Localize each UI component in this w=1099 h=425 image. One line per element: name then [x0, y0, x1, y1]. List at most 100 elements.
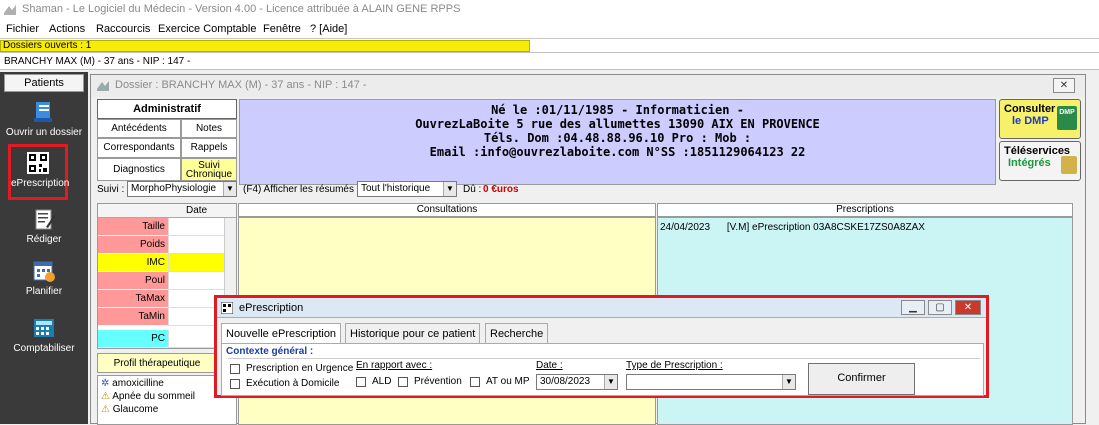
tab-antecedents[interactable]: Antécédents	[97, 119, 181, 138]
type-label: Type de Prescription :	[626, 360, 723, 371]
tab-suivi-chronique[interactable]: Suivi Chronique	[181, 158, 237, 181]
chevron-down-icon: ▼	[443, 182, 456, 196]
close-icon[interactable]: ✕	[955, 300, 981, 315]
profil-therapeutique-button[interactable]: Profil thérapeutique	[97, 353, 217, 373]
patient-birth-line: Né le :01/11/1985 - Informaticien -	[491, 103, 744, 117]
prevention-checkbox[interactable]	[398, 377, 408, 387]
calculator-icon	[34, 319, 54, 337]
filter-bar: Suivi : MorphoPhysiologie ▼ (F4) Affiche…	[95, 181, 1085, 199]
resumes-select[interactable]: Tout l'historique ▼	[357, 181, 457, 197]
divider	[228, 358, 980, 359]
menu-exercice-comptable[interactable]: Exercice Comptable	[158, 23, 256, 35]
chevron-down-icon: ▼	[782, 375, 795, 389]
grid-cell[interactable]	[168, 272, 224, 290]
list-item[interactable]: ✲ amoxicilline	[101, 378, 164, 389]
tab-recherche[interactable]: Recherche	[485, 323, 549, 343]
grid-cell[interactable]	[168, 218, 224, 236]
menu-bar: Fichier Actions Raccourcis Exercice Comp…	[0, 20, 1099, 38]
domicile-label: Exécution à Domicile	[246, 378, 340, 389]
grid-cell[interactable]	[168, 254, 224, 272]
rediger-button[interactable]: Rédiger	[0, 207, 88, 245]
rapport-label: En rapport avec :	[356, 360, 433, 371]
grid-cell[interactable]	[168, 236, 224, 254]
eprescription-label: ePrescription	[11, 178, 70, 189]
chevron-down-icon: ▼	[604, 375, 617, 389]
eprescription-title: ePrescription	[239, 302, 304, 314]
du-label: Dû :	[463, 184, 482, 195]
minimize-icon[interactable]: ▁	[901, 300, 925, 315]
prescription-text: [V.M] ePrescription 03A8CSKE17ZS0A8ZAX	[726, 222, 925, 233]
patient-address-line: OuvrezLaBoite 5 rue des allumettes 13090…	[415, 117, 820, 131]
date-label: Date :	[536, 360, 563, 371]
qr-code-icon	[221, 302, 233, 314]
tab-rappels[interactable]: Rappels	[181, 138, 237, 158]
patients-button[interactable]: Patients	[4, 74, 84, 92]
allergy-icon: ✲	[101, 378, 110, 389]
menu-fenetre[interactable]: Fenêtre	[263, 23, 301, 35]
confirm-button[interactable]: Confirmer	[808, 363, 915, 395]
open-patient-tab[interactable]: BRANCHY MAX (M) - 37 ans - NIP : 147 -	[0, 52, 1099, 70]
consulter-dmp-button[interactable]: Consulter le DMP DMP	[999, 99, 1081, 139]
grid-row-tamax: TaMax	[98, 290, 168, 308]
urgence-checkbox[interactable]	[230, 364, 240, 374]
suivi-select[interactable]: MorphoPhysiologie ▼	[127, 181, 237, 197]
date-picker[interactable]: 30/08/2023 ▼	[536, 374, 618, 390]
tab-notes[interactable]: Notes	[181, 119, 237, 138]
rediger-label: Rédiger	[26, 234, 62, 245]
context-label: Contexte général :	[226, 346, 314, 357]
at-mp-label: AT ou MP	[486, 376, 530, 387]
ald-checkbox[interactable]	[356, 377, 366, 387]
planifier-button[interactable]: Planifier	[0, 259, 88, 297]
menu-fichier[interactable]: Fichier	[6, 23, 39, 35]
write-document-icon	[35, 209, 55, 230]
eprescription-button[interactable]: ePrescription	[8, 144, 70, 200]
warning-icon: ⚠	[101, 391, 110, 402]
du-value: 0 €uros	[483, 184, 519, 195]
ald-label: ALD	[372, 376, 392, 387]
menu-actions[interactable]: Actions	[49, 23, 85, 35]
atcd-label: Apnée du sommeil	[112, 391, 196, 402]
tab-correspondants[interactable]: Correspondants	[97, 138, 181, 158]
type-select[interactable]: ▼	[626, 374, 796, 390]
app-icon	[4, 5, 16, 15]
urgence-label: Prescription en Urgence	[246, 363, 354, 374]
eprescription-titlebar: ePrescription ▁ ▢ ✕	[217, 298, 986, 318]
date-column-header: Date	[186, 205, 208, 216]
tab-diagnostics[interactable]: Diagnostics	[97, 158, 181, 181]
open-folder-icon	[34, 102, 52, 122]
patient-info-panel: Né le :01/11/1985 - Informaticien - Ouvr…	[239, 99, 996, 185]
window-titlebar: Shaman - Le Logiciel du Médecin - Versio…	[0, 0, 1099, 20]
tab-administratif[interactable]: Administratif	[97, 99, 237, 119]
atcd-label: Glaucome	[112, 404, 159, 415]
tab-historique[interactable]: Historique pour ce patient	[345, 323, 481, 343]
domicile-checkbox[interactable]	[230, 379, 240, 389]
grid-row-poids: Poids	[98, 236, 168, 254]
grid-row-poul: Poul	[98, 272, 168, 290]
open-dossier-button[interactable]: Ouvrir un dossier	[0, 100, 88, 138]
dossier-title: Dossier : BRANCHY MAX (M) - 37 ans - NIP…	[115, 79, 367, 91]
menu-raccourcis[interactable]: Raccourcis	[96, 23, 150, 35]
consultations-header: Consultations	[238, 203, 656, 217]
resumes-select-value: Tout l'historique	[361, 183, 431, 194]
warning-icon: ⚠	[101, 404, 110, 415]
menu-aide[interactable]: ? [Aide]	[310, 23, 347, 35]
qr-code-icon	[27, 152, 49, 174]
dmp-card-icon: DMP	[1057, 106, 1077, 130]
left-toolbar: Patients Ouvrir un dossier ePrescription…	[0, 72, 88, 424]
suivi-filter-label: Suivi :	[97, 184, 125, 195]
grid-header: Date	[98, 204, 236, 218]
planifier-label: Planifier	[25, 286, 63, 297]
tab-nouvelle-eprescription[interactable]: Nouvelle ePrescription	[221, 323, 342, 344]
comptabiliser-label: Comptabiliser	[13, 343, 75, 354]
maximize-icon[interactable]: ▢	[928, 300, 952, 315]
comptabiliser-button[interactable]: Comptabiliser	[0, 316, 88, 354]
list-item[interactable]: 24/04/2023 [V.M] ePrescription 03A8CSKE1…	[660, 222, 1070, 233]
close-icon[interactable]: ✕	[1053, 78, 1075, 93]
eprescription-dialog: ePrescription ▁ ▢ ✕ Nouvelle ePrescripti…	[214, 295, 989, 398]
grid-row-imc: IMC	[98, 254, 168, 272]
at-mp-checkbox[interactable]	[470, 377, 480, 387]
list-item[interactable]: ⚠ Apnée du sommeil	[101, 391, 195, 402]
teleservices-button[interactable]: Téléservices Intégrés	[999, 141, 1081, 181]
list-item[interactable]: ⚠ Glaucome	[101, 404, 158, 415]
grid-row-pc: PC	[98, 330, 168, 348]
